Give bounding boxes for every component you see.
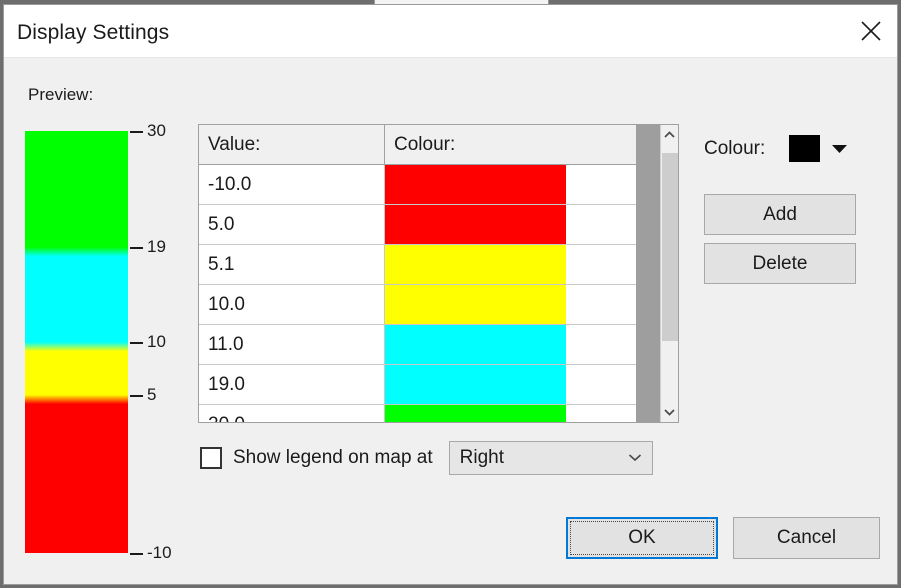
table-row[interactable]: 11.0: [199, 325, 636, 365]
cell-colour[interactable]: [385, 325, 566, 364]
cell-value[interactable]: 19.0: [199, 365, 385, 404]
cell-colour[interactable]: [385, 285, 566, 324]
table-row[interactable]: 5.0: [199, 205, 636, 245]
axis-tick-label: 5: [147, 384, 157, 404]
row-colour-swatch: [385, 405, 566, 422]
table-grid: Value:Colour:-10.05.05.110.011.019.020.0: [199, 125, 636, 422]
column-header-value: Value:: [199, 125, 385, 164]
display-settings-dialog: Display Settings Preview: 30 19 10 5 -10 Val…: [3, 4, 898, 585]
dialog-body: Preview: 30 19 10 5 -10 Value: Colour: -10.0 5.…: [4, 58, 897, 584]
cell-value[interactable]: 11.0: [199, 325, 385, 364]
table-row[interactable]: 20.0: [199, 405, 636, 422]
colour-picker-row: Colour:: [704, 135, 848, 162]
cell-colour[interactable]: [385, 205, 566, 244]
cell-value[interactable]: 20.0: [199, 405, 385, 422]
chevron-up-icon[interactable]: [661, 125, 678, 145]
table-row[interactable]: 19.0: [199, 365, 636, 405]
colour-gradient-bar: [25, 131, 128, 553]
row-colour-swatch: [385, 325, 566, 364]
table-row[interactable]: 5.1: [199, 245, 636, 285]
row-colour-swatch: [385, 285, 566, 324]
axis-tick: [130, 394, 143, 397]
cell-value[interactable]: 10.0: [199, 285, 385, 324]
axis-tick: [130, 342, 143, 344]
row-colour-swatch: [385, 245, 566, 284]
show-legend-label: Show legend on map at: [233, 447, 433, 468]
colour-mapping-table: Value:Colour:-10.05.05.110.011.019.020.0: [198, 124, 679, 423]
delete-button[interactable]: Delete: [704, 243, 856, 284]
axis-tick: [130, 247, 143, 250]
chevron-down-icon: [628, 449, 642, 467]
preview-panel: 30 19 10 5 -10: [25, 121, 185, 562]
cell-value[interactable]: 5.0: [199, 205, 385, 244]
scrollbar-thumb[interactable]: [662, 153, 678, 341]
table-row[interactable]: 10.0: [199, 285, 636, 325]
chevron-down-icon[interactable]: [661, 402, 678, 422]
axis-tick-label: -10: [147, 543, 172, 562]
dialog-titlebar: Display Settings: [4, 5, 897, 58]
close-icon[interactable]: [845, 5, 897, 57]
row-colour-swatch: [385, 205, 566, 244]
table-filler: [636, 125, 660, 422]
legend-position-value: Right: [459, 447, 504, 468]
axis-tick: [130, 553, 143, 555]
cell-colour[interactable]: [385, 405, 566, 422]
table-scrollbar[interactable]: [660, 125, 678, 422]
legend-options-row: Show legend on map at Right: [200, 441, 653, 475]
table-header-row: Value: Colour:: [199, 125, 636, 165]
cell-colour[interactable]: [385, 245, 566, 284]
table-row[interactable]: -10.0: [199, 165, 636, 205]
colour-picker-label: Colour:: [704, 137, 766, 159]
column-header-colour: Colour:: [385, 125, 566, 164]
ok-button[interactable]: OK: [566, 517, 718, 559]
axis-tick-label: 19: [147, 237, 166, 257]
row-colour-swatch: [385, 365, 566, 404]
axis-tick: [130, 131, 143, 133]
add-button[interactable]: Add: [704, 194, 856, 235]
cell-value[interactable]: 5.1: [199, 245, 385, 284]
show-legend-checkbox[interactable]: [200, 447, 222, 469]
colour-swatch[interactable]: [789, 135, 821, 162]
triangle-down-icon[interactable]: [831, 143, 848, 154]
axis-tick-label: 10: [147, 332, 166, 351]
cell-colour[interactable]: [385, 365, 566, 404]
preview-label: Preview:: [28, 85, 94, 104]
ok-button-label: OK: [570, 521, 714, 555]
row-colour-swatch: [385, 165, 566, 204]
cell-colour[interactable]: [385, 165, 566, 204]
axis-tick-label: 30: [147, 121, 166, 140]
cell-value[interactable]: -10.0: [199, 165, 385, 204]
dialog-title: Display Settings: [17, 21, 170, 44]
cancel-button[interactable]: Cancel: [733, 517, 880, 559]
legend-position-select[interactable]: Right: [448, 441, 653, 475]
